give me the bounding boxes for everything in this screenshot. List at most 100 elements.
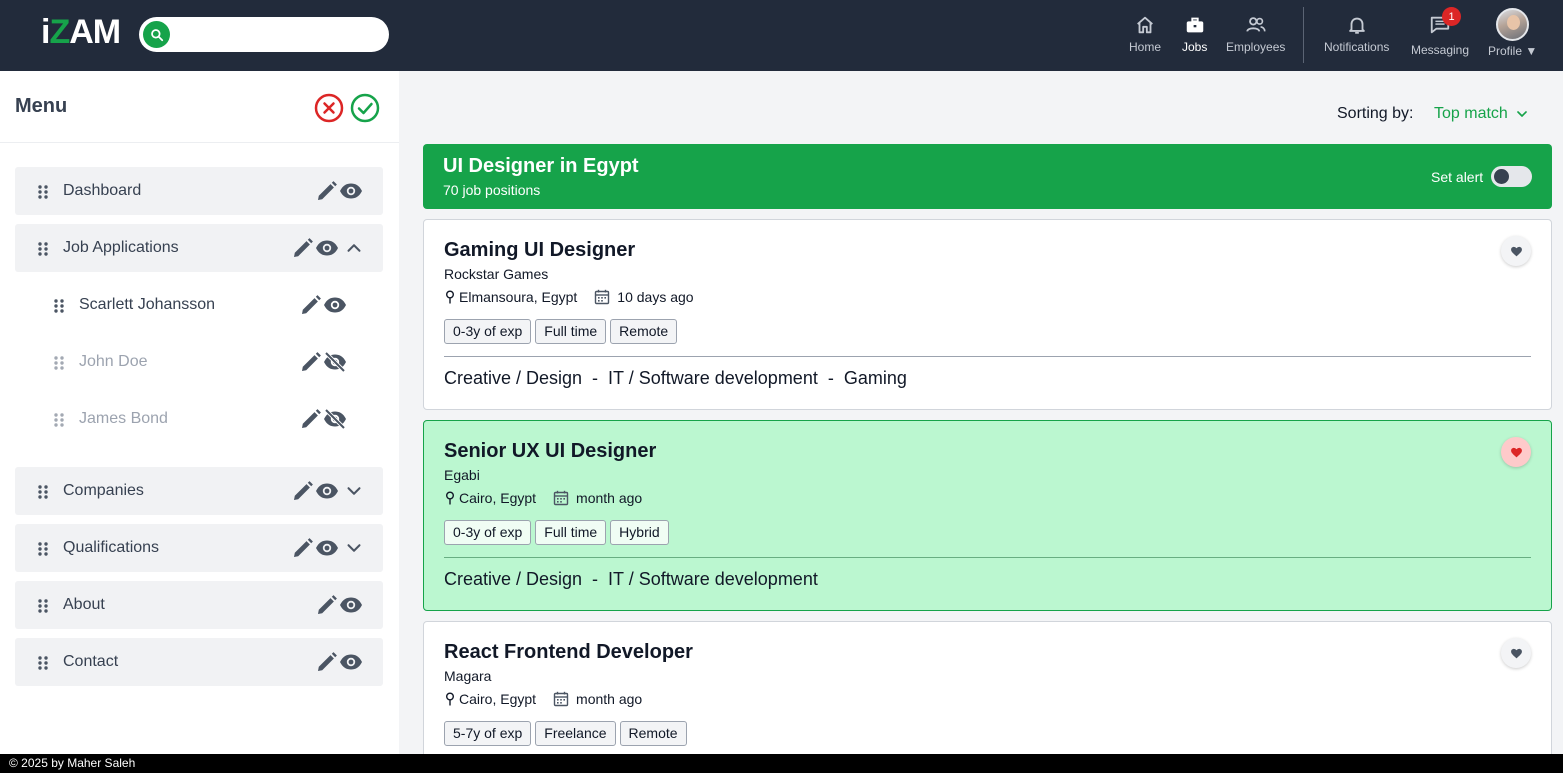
job-categories: Creative / Design - IT / Software develo…	[444, 368, 907, 388]
nav-messaging-label: Messaging	[1411, 43, 1470, 57]
edit-icon[interactable]	[291, 536, 315, 560]
eye-icon[interactable]	[315, 536, 339, 560]
tag-workplace[interactable]: Remote	[610, 319, 678, 344]
job-card[interactable]: Senior UX UI Designer Egabi Cairo, Egypt…	[423, 420, 1552, 611]
nav-employees-label: Employees	[1226, 40, 1286, 54]
sidebar-item-job-applications[interactable]: Job Applications	[15, 224, 383, 272]
drag-handle-icon[interactable]	[37, 541, 49, 557]
nav-notifications[interactable]: Notifications	[1324, 14, 1389, 54]
bell-icon	[1348, 17, 1365, 34]
edit-icon[interactable]	[315, 650, 339, 674]
job-title[interactable]: Gaming UI Designer	[444, 239, 635, 262]
search-input[interactable]	[177, 23, 377, 46]
job-title[interactable]: React Frontend Developer	[444, 641, 693, 664]
drag-handle-icon[interactable]	[37, 484, 49, 500]
eye-icon[interactable]	[339, 179, 363, 203]
job-card[interactable]: React Frontend Developer Magara Cairo, E…	[423, 621, 1552, 773]
nav-divider	[1303, 7, 1304, 63]
favorite-button[interactable]	[1501, 437, 1531, 467]
sort-dropdown[interactable]: Top match	[1434, 105, 1530, 123]
eye-off-icon[interactable]	[323, 350, 347, 374]
menu-title: Menu	[15, 95, 68, 117]
results-title: UI Designer in Egypt	[443, 155, 639, 177]
job-card[interactable]: Gaming UI Designer Rockstar Games Elmans…	[423, 219, 1552, 410]
calendar-icon	[553, 490, 569, 506]
sidebar-subitem-john-doe[interactable]: John Doe	[15, 338, 383, 386]
chevron-down-icon[interactable]	[343, 536, 365, 560]
nav-home-label: Home	[1129, 40, 1162, 54]
drag-handle-icon[interactable]	[37, 655, 49, 671]
tag-workplace[interactable]: Remote	[619, 721, 687, 746]
job-company[interactable]: Rockstar Games	[444, 266, 548, 282]
eye-icon[interactable]	[339, 593, 363, 617]
location-pin-icon	[446, 692, 454, 706]
favorite-button[interactable]	[1501, 236, 1531, 266]
edit-icon[interactable]	[299, 293, 323, 317]
tag-experience[interactable]: 0-3y of exp	[444, 520, 532, 545]
tag-experience[interactable]: 0-3y of exp	[444, 319, 532, 344]
nav-messaging[interactable]: 1 Messaging	[1411, 7, 1470, 57]
drag-handle-icon[interactable]	[53, 298, 65, 314]
nav-profile-label: Profile ▼	[1488, 44, 1538, 58]
sidebar-item-about[interactable]: About	[15, 581, 383, 629]
edit-icon[interactable]	[315, 593, 339, 617]
edit-icon[interactable]	[299, 350, 323, 374]
nav-employees[interactable]: Employees	[1226, 14, 1285, 54]
eye-icon[interactable]	[315, 236, 339, 260]
nav-profile[interactable]: Profile ▼	[1488, 8, 1538, 58]
eye-icon[interactable]	[339, 650, 363, 674]
job-title[interactable]: Senior UX UI Designer	[444, 440, 656, 463]
job-tags: 0-3y of exp Full time Hybrid	[444, 520, 669, 545]
sidebar-subitem-scarlett-johansson[interactable]: Scarlett Johansson	[15, 281, 383, 329]
job-meta: Cairo, Egypt month ago	[444, 490, 642, 506]
footer: © 2025 by Maher Saleh	[0, 754, 1563, 773]
tag-job-type[interactable]: Full time	[535, 319, 607, 344]
tag-workplace[interactable]: Hybrid	[610, 520, 669, 545]
sidebar-item-companies[interactable]: Companies	[15, 467, 383, 515]
job-location: Elmansoura, Egypt	[459, 289, 578, 305]
sidebar-item-qualifications[interactable]: Qualifications	[15, 524, 383, 572]
edit-icon[interactable]	[299, 407, 323, 431]
tag-job-type[interactable]: Freelance	[535, 721, 616, 746]
drag-handle-icon[interactable]	[37, 598, 49, 614]
eye-off-icon[interactable]	[323, 407, 347, 431]
drag-handle-icon[interactable]	[53, 412, 65, 428]
cancel-icon[interactable]	[314, 93, 344, 123]
location-pin-icon	[446, 491, 454, 505]
set-alert-toggle[interactable]	[1491, 166, 1532, 187]
chevron-up-icon[interactable]	[343, 236, 365, 260]
edit-icon[interactable]	[291, 479, 315, 503]
people-icon	[1246, 17, 1266, 32]
edit-icon[interactable]	[291, 236, 315, 260]
search-icon	[150, 28, 163, 41]
nav-jobs[interactable]: Jobs	[1182, 14, 1207, 54]
izam-logo[interactable]: iZAM	[41, 13, 121, 52]
tag-experience[interactable]: 5-7y of exp	[444, 721, 532, 746]
heart-icon	[1510, 447, 1522, 457]
job-tags: 5-7y of exp Freelance Remote	[444, 721, 687, 746]
edit-icon[interactable]	[315, 179, 339, 203]
job-location: Cairo, Egypt	[459, 490, 537, 506]
sidebar: Menu Dashboard Job Applications Scarlett…	[0, 71, 399, 754]
job-company[interactable]: Egabi	[444, 467, 480, 483]
location-pin-icon	[446, 290, 454, 304]
tag-job-type[interactable]: Full time	[535, 520, 607, 545]
sidebar-item-contact[interactable]: Contact	[15, 638, 383, 686]
chevron-down-icon[interactable]	[343, 479, 365, 503]
drag-handle-icon[interactable]	[53, 355, 65, 371]
search-button[interactable]	[143, 21, 170, 48]
drag-handle-icon[interactable]	[37, 184, 49, 200]
job-company[interactable]: Magara	[444, 668, 491, 684]
eye-icon[interactable]	[315, 479, 339, 503]
results-count: 70 job positions	[443, 182, 541, 198]
sidebar-subitem-label: James Bond	[79, 410, 168, 427]
sidebar-subitem-james-bond[interactable]: James Bond	[15, 395, 383, 443]
sidebar-item-dashboard[interactable]: Dashboard	[15, 167, 383, 215]
drag-handle-icon[interactable]	[37, 241, 49, 257]
job-posted: month ago	[576, 490, 643, 506]
sidebar-subitem-label: John Doe	[79, 353, 148, 370]
confirm-icon[interactable]	[350, 93, 380, 123]
favorite-button[interactable]	[1501, 638, 1531, 668]
nav-home[interactable]: Home	[1129, 14, 1161, 54]
eye-icon[interactable]	[323, 293, 347, 317]
